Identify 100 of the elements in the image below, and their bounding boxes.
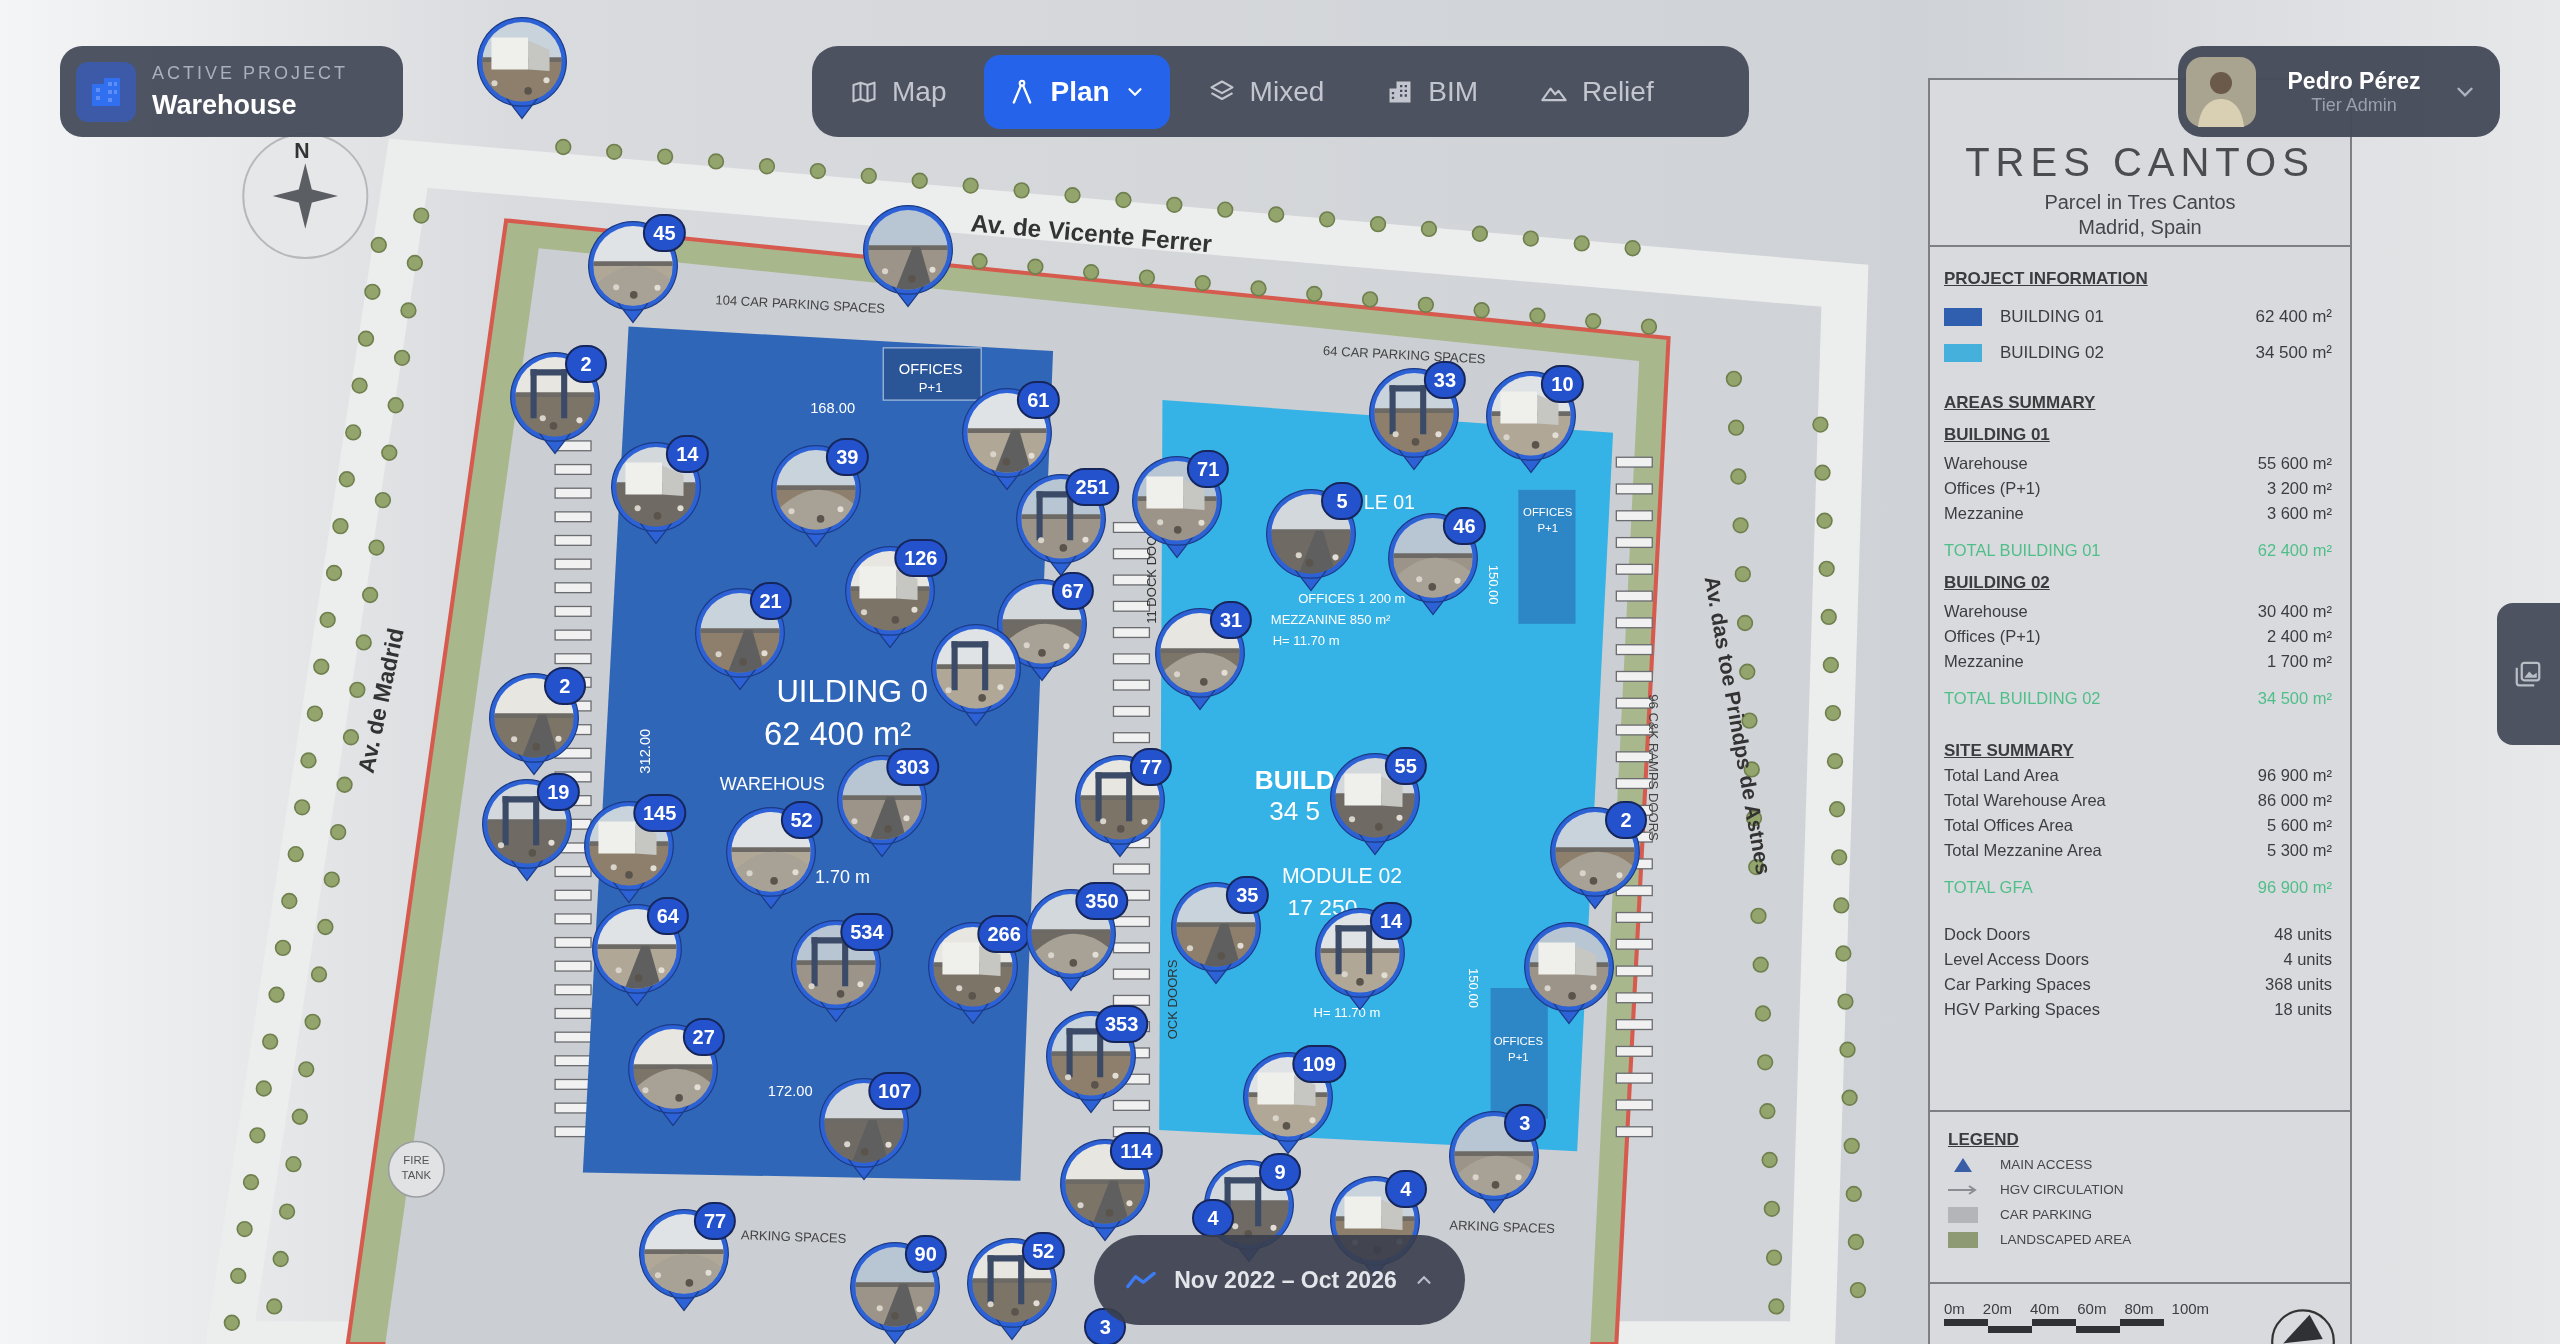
user-menu[interactable]: Pedro Pérez Tier Admin <box>2178 46 2500 137</box>
total-value: 96 900 m² <box>2257 877 2332 898</box>
view-mode-tab[interactable]: Relief <box>1516 54 1678 129</box>
plan-label: 150.00 <box>1466 968 1482 1008</box>
row-value: 62 400 m² <box>2255 307 2332 327</box>
building-icon <box>76 61 136 122</box>
plan-label: ARKING SPACES <box>740 1227 847 1246</box>
photo-marker[interactable] <box>930 623 1023 728</box>
plan-label: BUILD <box>1254 764 1335 795</box>
row-value: 48 units <box>2274 924 2332 945</box>
row-label: Offices (P+1) <box>1944 478 2041 499</box>
row-value: 34 500 m² <box>2255 343 2332 363</box>
row-value: 5 300 m² <box>2266 840 2332 861</box>
plan-label: FIRE <box>403 1154 430 1167</box>
user-name: Pedro Pérez <box>2287 67 2421 95</box>
gallery-icon <box>2513 659 2543 689</box>
total-label: TOTAL GFA <box>1944 877 2033 898</box>
plan-label: LE 01 <box>1363 491 1415 514</box>
total-value: 62 400 m² <box>2257 540 2332 561</box>
row-value: 5 600 m² <box>2266 815 2332 836</box>
row-value: 86 000 m² <box>2257 790 2332 811</box>
row-label: HGV Parking Spaces <box>1944 999 2100 1020</box>
row-label: Mezzanine <box>1944 503 2024 524</box>
legend-label: LANDSCAPED AREA <box>2000 1232 2132 1247</box>
row-label: Car Parking Spaces <box>1944 974 2091 995</box>
view-mode-tab[interactable]: Plan <box>984 54 1170 129</box>
plan-label: OCK DOORS <box>1165 959 1181 1040</box>
row-value: 30 400 m² <box>2257 601 2332 622</box>
plan-label: 168.00 <box>810 400 856 417</box>
trend-line-icon <box>1124 1269 1159 1291</box>
plan-label: 312.00 <box>636 728 653 774</box>
plan-label: 96 C&K RAMPS DOORS <box>1646 694 1661 841</box>
view-mode-tab[interactable]: Map <box>826 54 971 129</box>
row-label: Total Mezzanine Area <box>1944 840 2102 861</box>
scale-tick-label: 20m <box>1982 1300 2013 1317</box>
scale-tick-label: 60m <box>2077 1300 2107 1317</box>
scale-tick-label: 80m <box>2124 1300 2154 1317</box>
photo-marker[interactable] <box>476 16 569 121</box>
row-value: 18 units <box>2274 999 2332 1020</box>
section-heading: PROJECT INFORMATION <box>1944 268 2148 290</box>
plan-label: P+1 <box>1508 1051 1529 1064</box>
legend-label: MAIN ACCESS <box>2000 1157 2093 1172</box>
row-value: 96 900 m² <box>2257 765 2332 786</box>
row-label: Dock Doors <box>1944 924 2031 945</box>
row-label: Warehouse <box>1944 601 2028 622</box>
north-arrow-icon <box>2270 1306 2336 1344</box>
plan-label: MEZZANINE 850 m² <box>1270 611 1391 627</box>
total-value: 34 500 m² <box>2257 688 2332 709</box>
row-label: BUILDING 01 <box>2000 307 2105 327</box>
row-label: Total Land Area <box>1944 765 2059 786</box>
photo-marker[interactable] <box>1522 920 1615 1025</box>
view-mode-tab[interactable]: BIM <box>1362 54 1503 129</box>
row-value: 55 600 m² <box>2257 453 2332 474</box>
gallery-panel-button[interactable] <box>2497 603 2560 745</box>
row-label: Level Access Doors <box>1944 949 2089 970</box>
row-label: Offices (P+1) <box>1944 626 2041 647</box>
row-value: 2 400 m² <box>2266 626 2332 647</box>
row-value: 3 600 m² <box>2266 503 2332 524</box>
section-heading: BUILDING 01 <box>1944 424 2050 446</box>
plan-label: 172.00 <box>767 1082 813 1099</box>
plan-label: UILDING 0 <box>776 674 929 710</box>
project-caption: ACTIVE PROJECT <box>152 62 349 84</box>
total-label: TOTAL BUILDING 01 <box>1944 540 2101 561</box>
section-heading: AREAS SUMMARY <box>1944 392 2096 414</box>
scale-tick-label: 40m <box>2030 1300 2060 1317</box>
row-value: 3 200 m² <box>2266 478 2332 499</box>
plan-label: OFFICES <box>898 360 963 377</box>
project-name: Warehouse <box>152 89 298 121</box>
total-label: TOTAL BUILDING 02 <box>1944 688 2101 709</box>
row-value: 368 units <box>2265 974 2332 995</box>
legend-label: CAR PARKING <box>2000 1207 2092 1222</box>
plan-label: P+1 <box>918 379 943 395</box>
plan-label: N <box>294 139 310 163</box>
title-block-subtitle: Parcel in Tres Cantos <box>2044 190 2236 215</box>
user-role: Tier Admin <box>2311 94 2397 116</box>
view-mode-tab[interactable]: Mixed <box>1183 54 1349 129</box>
plan-label: Av. de Vicente Ferrer <box>969 209 1213 258</box>
plan-label: 104 CAR PARKING SPACES <box>715 292 886 317</box>
plan-label: TANK <box>401 1169 432 1182</box>
row-label: Warehouse <box>1944 453 2028 474</box>
section-heading: BUILDING 02 <box>1944 572 2050 594</box>
plan-label: MODULE 02 <box>1281 864 1403 888</box>
plan-label: 150.00 <box>1486 564 1501 605</box>
row-label: Mezzanine <box>1944 651 2024 672</box>
plan-label: 34 5 <box>1269 795 1321 826</box>
title-block-subtitle: Madrid, Spain <box>2078 215 2202 240</box>
row-label: Total Warehouse Area <box>1944 790 2106 811</box>
plan-label: P+1 <box>1537 522 1559 535</box>
plan-label: Av. das toe Prindps de Astnes <box>1700 574 1776 877</box>
row-value: 4 units <box>2283 949 2332 970</box>
avatar <box>2186 56 2256 127</box>
scale-tick-label: 0m <box>1944 1300 1965 1317</box>
plan-label: 1.70 m <box>815 867 870 888</box>
project-card[interactable]: ACTIVE PROJECT Warehouse <box>60 46 403 137</box>
section-heading: SITE SUMMARY <box>1944 740 2074 762</box>
plan-label: H= 11.70 m <box>1272 633 1340 649</box>
section-heading: LEGEND <box>1948 1129 2020 1151</box>
row-label: Total Offices Area <box>1944 815 2073 836</box>
row-value: 1 700 m² <box>2266 651 2332 672</box>
plan-label: OFFICES <box>1523 506 1573 519</box>
